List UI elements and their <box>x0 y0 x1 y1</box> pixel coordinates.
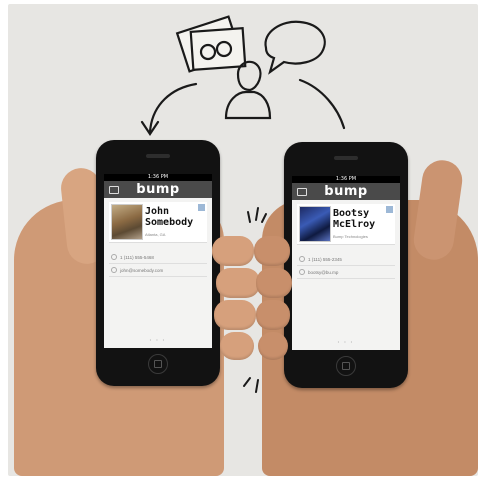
phone-icon <box>299 256 305 262</box>
contact-card[interactable]: John Somebody Atlanta, GA <box>109 202 207 243</box>
left-finger <box>214 300 256 330</box>
right-finger <box>256 268 292 298</box>
right-finger <box>256 300 290 330</box>
phone-row[interactable]: 1 (111) 555-2345 <box>299 256 342 263</box>
contact-last-name: McElroy <box>333 219 376 230</box>
divider <box>109 276 207 277</box>
status-bar: 1:36 PM <box>104 174 212 181</box>
home-button[interactable] <box>148 354 168 374</box>
phone-icon <box>111 254 117 260</box>
right-finger <box>254 236 290 266</box>
app-logo: bump <box>136 182 180 197</box>
edit-icon[interactable] <box>198 204 205 211</box>
divider <box>109 263 207 264</box>
photos-icon <box>175 15 247 73</box>
phone-row[interactable]: 1 (111) 555-5468 <box>111 254 154 261</box>
phone-number: 1 (111) 555-2345 <box>308 257 342 262</box>
page-indicator: • • • <box>149 337 167 342</box>
email-row[interactable]: john@somebody.com <box>111 267 163 274</box>
right-phone-screen: 1:36 PM bump Bootsy McElroy Bump Technol… <box>292 176 400 350</box>
email-row[interactable]: bootsy@bu.mp <box>299 269 338 276</box>
left-phone-screen: 1:36 PM bump John Somebody Atlanta, GA 1… <box>104 174 212 348</box>
divider <box>297 278 395 279</box>
scene: 1:36 PM bump John Somebody Atlanta, GA 1… <box>0 0 486 480</box>
speaker <box>334 156 358 160</box>
contact-last-name: Somebody <box>145 217 194 228</box>
left-finger <box>220 332 254 360</box>
speech-bubble-icon <box>264 20 326 75</box>
left-finger <box>212 236 254 266</box>
contact-subtitle: Bump Technologies <box>333 234 368 239</box>
app-bar: bump <box>104 181 212 198</box>
curved-arrow-icon <box>298 78 346 130</box>
left-phone: 1:36 PM bump John Somebody Atlanta, GA 1… <box>96 140 220 386</box>
contact-card[interactable]: Bootsy McElroy Bump Technologies <box>297 204 395 245</box>
left-finger <box>216 268 260 298</box>
edit-icon[interactable] <box>386 206 393 213</box>
email-address: bootsy@bu.mp <box>308 270 339 275</box>
contact-subtitle: Atlanta, GA <box>145 232 166 237</box>
home-button[interactable] <box>336 356 356 376</box>
app-bar: bump <box>292 183 400 200</box>
curved-arrow-icon <box>140 82 198 136</box>
email-icon <box>299 269 305 275</box>
email-icon <box>111 267 117 273</box>
person-icon <box>224 60 272 120</box>
contact-first-name: Bootsy <box>333 208 370 219</box>
divider <box>297 265 395 266</box>
phone-number: 1 (111) 555-5468 <box>120 255 154 260</box>
status-bar: 1:36 PM <box>292 176 400 183</box>
app-logo: bump <box>324 184 368 199</box>
page-indicator: • • • <box>337 339 355 344</box>
avatar <box>299 206 331 242</box>
speaker <box>146 154 170 158</box>
contact-first-name: John <box>145 206 170 217</box>
avatar <box>111 204 143 240</box>
right-phone: 1:36 PM bump Bootsy McElroy Bump Technol… <box>284 142 408 388</box>
email-address: john@somebody.com <box>120 268 164 273</box>
right-finger <box>258 332 288 360</box>
